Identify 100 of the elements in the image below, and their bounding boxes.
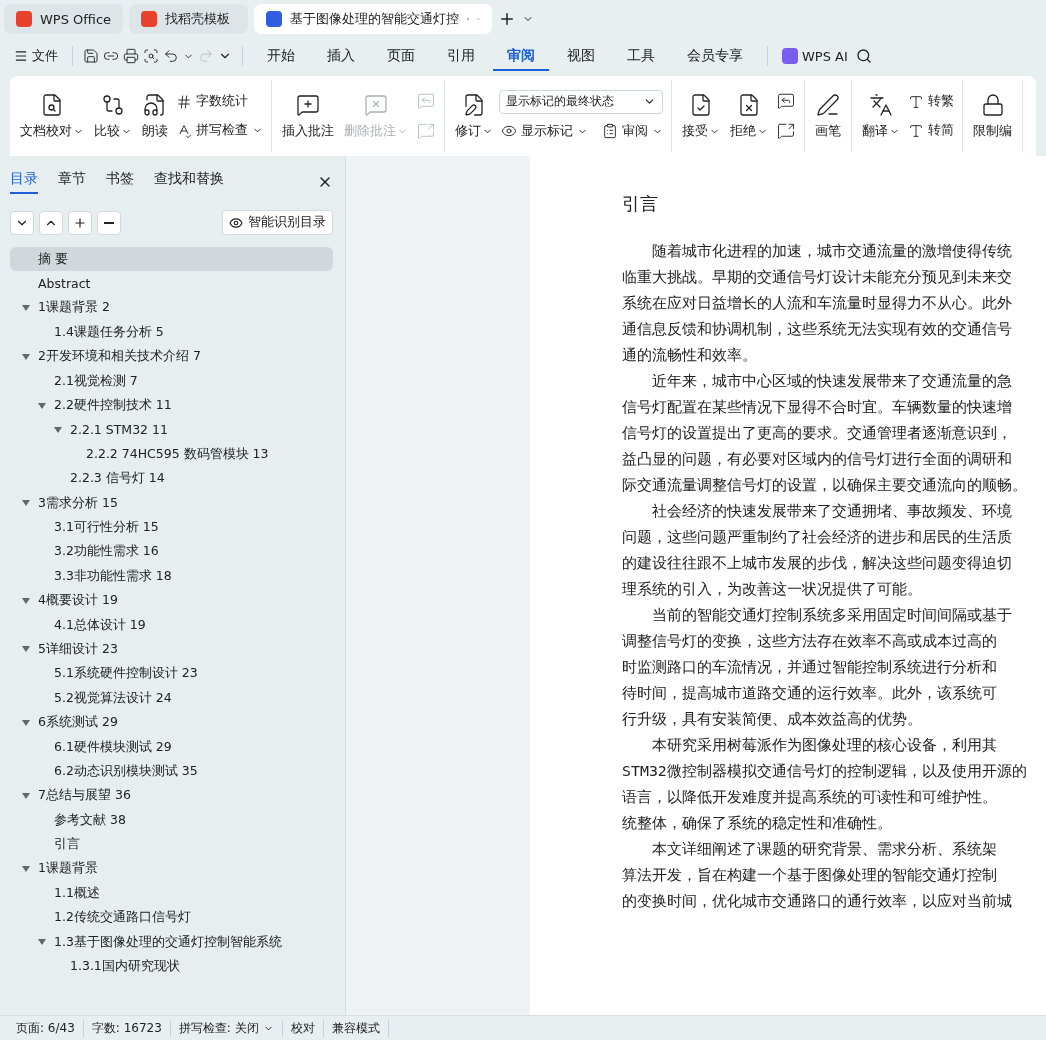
add-button[interactable] <box>68 210 92 235</box>
toc-item[interactable]: 2.2.1 STM32 11 <box>10 417 333 443</box>
ribbon-button[interactable]: 接受 <box>678 90 724 142</box>
paragraph-line: 社会经济的快速发展带来了交通拥堵、事故频发、环境 <box>651 501 1013 522</box>
window-tab[interactable]: WPS Office <box>4 4 124 34</box>
print-preview-icon[interactable] <box>143 48 159 64</box>
window-tab[interactable]: 找稻壳模板 <box>129 4 249 34</box>
toc-item[interactable]: 6.1硬件模块测试 29 <box>10 734 333 760</box>
ribbon-button[interactable]: 插入批注 <box>278 90 338 142</box>
toc-item[interactable]: 1.4课题任务分析 5 <box>10 320 333 345</box>
ribbon-button[interactable]: 转繁 <box>906 90 956 113</box>
ribbon-button[interactable]: 翻译 <box>858 90 904 142</box>
expand-triangle-icon[interactable] <box>38 401 46 410</box>
toc-item[interactable]: 引言 <box>10 832 333 857</box>
search-icon[interactable] <box>855 48 872 64</box>
pen-icon <box>816 92 840 117</box>
expand-triangle-icon[interactable] <box>22 303 30 312</box>
toc-item[interactable]: 6.2动态识别模块测试 35 <box>10 759 333 784</box>
paragraph-line: 信号灯的设置提出了更高的要求。交通管理者逐渐意识到， <box>622 423 1013 444</box>
ribbon-button[interactable]: 朗读 <box>138 90 172 142</box>
toc-item[interactable]: 1课题背景 <box>10 856 333 882</box>
toc-item[interactable]: 7总结与展望 36 <box>10 783 333 808</box>
document-heading: 引言 <box>622 192 659 216</box>
toc-item[interactable]: 参考文献 38 <box>10 808 333 833</box>
toc-item[interactable]: 3.3非功能性需求 18 <box>10 564 333 589</box>
toc-item[interactable]: 摘 要 <box>10 247 333 272</box>
toc-item[interactable]: Abstract <box>10 271 333 296</box>
sidebar-tab[interactable]: 书签 <box>106 170 134 194</box>
text-icon <box>908 93 924 110</box>
ribbon-tab[interactable]: 会员专享 <box>673 41 757 71</box>
ribbon-button[interactable]: 比较 <box>90 90 136 142</box>
ribbon-button[interactable]: 拼写检查 <box>174 119 265 142</box>
smart-toc-button[interactable]: 智能识别目录 <box>222 210 333 235</box>
toc-item[interactable]: 2.1视觉检测 7 <box>10 368 333 394</box>
toc-item[interactable]: 1.1概述 <box>10 881 333 906</box>
toc-item[interactable]: 2开发环境和相关技术介绍 7 <box>10 344 333 369</box>
toc-item[interactable]: 4.1总体设计 19 <box>10 612 333 638</box>
remove-button[interactable] <box>97 210 121 235</box>
toc-item[interactable]: 2.2.2 74HC595 数码管模块 13 <box>10 442 333 467</box>
window-tab[interactable]: 基于图像处理的智能交通灯控 <box>254 4 493 34</box>
lock-icon <box>980 92 1005 117</box>
save-icon[interactable] <box>83 48 99 64</box>
translate-icon <box>869 92 893 117</box>
collapse-button[interactable] <box>10 210 34 235</box>
ribbon-tab[interactable]: 引用 <box>433 41 489 71</box>
toc-item[interactable]: 4概要设计 19 <box>10 588 333 613</box>
expand-triangle-icon[interactable] <box>22 791 30 800</box>
expand-triangle-icon[interactable] <box>22 596 30 605</box>
toc-item[interactable]: 6系统测试 29 <box>10 710 333 735</box>
expand-triangle-icon[interactable] <box>22 718 30 727</box>
paragraph-line: 通的流畅性和效率。 <box>622 345 758 366</box>
ribbon-button[interactable]: 审阅 <box>600 119 665 143</box>
ribbon-button[interactable]: 拒绝 <box>726 90 772 142</box>
expand-triangle-icon[interactable] <box>22 645 30 654</box>
toc-item[interactable]: 1.3.1国内研究现状 <box>10 954 333 979</box>
ribbon-tab[interactable]: 页面 <box>373 41 429 71</box>
ribbon-button[interactable]: 显示标记 <box>499 119 590 143</box>
eye-icon <box>501 123 517 139</box>
ribbon-button[interactable]: 画笔 <box>811 90 845 142</box>
ribbon-tab[interactable]: 开始 <box>253 41 309 71</box>
expand-triangle-icon[interactable] <box>22 864 30 873</box>
toc-item[interactable]: 3需求分析 15 <box>10 490 333 516</box>
markup-dropdown[interactable]: 显示标记的最终状态 <box>499 89 663 114</box>
ribbon-button[interactable]: 字数统计 <box>174 90 265 113</box>
expand-button[interactable] <box>39 210 63 235</box>
file-menu[interactable]: 文件 <box>10 43 62 69</box>
expand-triangle-icon[interactable] <box>22 352 30 361</box>
print-icon[interactable] <box>123 48 139 64</box>
paragraph-line: 的建设往往跟不上城市发展的步伐，解决这些问题变得迫切 <box>622 553 1013 574</box>
toc-item[interactable]: 2.2.3 信号灯 14 <box>10 466 333 491</box>
ribbon-button[interactable]: 文档校对 <box>16 90 88 142</box>
ai-button[interactable]: WPS AI <box>778 44 852 68</box>
ribbon-tab[interactable]: 审阅 <box>493 41 549 71</box>
expand-triangle-icon[interactable] <box>38 938 46 947</box>
toc-item[interactable]: 3.2功能性需求 16 <box>10 539 333 565</box>
toc-item[interactable]: 5详细设计 23 <box>10 637 333 662</box>
sidebar-tab[interactable]: 查找和替换 <box>154 170 224 194</box>
toc-item[interactable]: 2.2硬件控制技术 11 <box>10 393 333 418</box>
status-menu[interactable]: 拼写检查: 关闭 <box>170 1019 283 1037</box>
sidebar-tab[interactable]: 目录 <box>10 170 38 194</box>
toc-item[interactable]: 5.2视觉算法设计 24 <box>10 686 333 711</box>
paragraph-line: 近年来，城市中心区域的快速发展带来了交通流量的急 <box>651 371 1013 392</box>
ribbon-tab[interactable]: 视图 <box>553 41 609 71</box>
undo-icon[interactable] <box>163 48 179 64</box>
toc-item[interactable]: 3.1可行性分析 15 <box>10 515 333 540</box>
ribbon-tab[interactable]: 工具 <box>613 41 669 71</box>
paragraph-line: 本研究采用树莓派作为图像处理的核心设备，利用其 <box>651 735 998 756</box>
toc-item[interactable]: 1.2传统交通路口信号灯 <box>10 905 333 930</box>
sidebar-tab[interactable]: 章节 <box>58 170 86 194</box>
document-check-icon <box>689 92 713 117</box>
ribbon-button[interactable]: 限制编 <box>969 90 1016 142</box>
toc-item[interactable]: 1课题背景 2 <box>10 295 333 321</box>
expand-triangle-icon[interactable] <box>54 425 62 434</box>
toc-item[interactable]: 1.3基于图像处理的交通灯控制智能系统 <box>10 929 333 955</box>
toc-item[interactable]: 5.1系统硬件控制设计 23 <box>10 661 333 687</box>
eye-icon <box>229 215 243 230</box>
ribbon-button[interactable]: 转简 <box>906 119 956 142</box>
ribbon-tab[interactable]: 插入 <box>313 41 369 71</box>
expand-triangle-icon[interactable] <box>22 499 30 508</box>
ribbon-button[interactable]: 修订 <box>451 90 497 142</box>
